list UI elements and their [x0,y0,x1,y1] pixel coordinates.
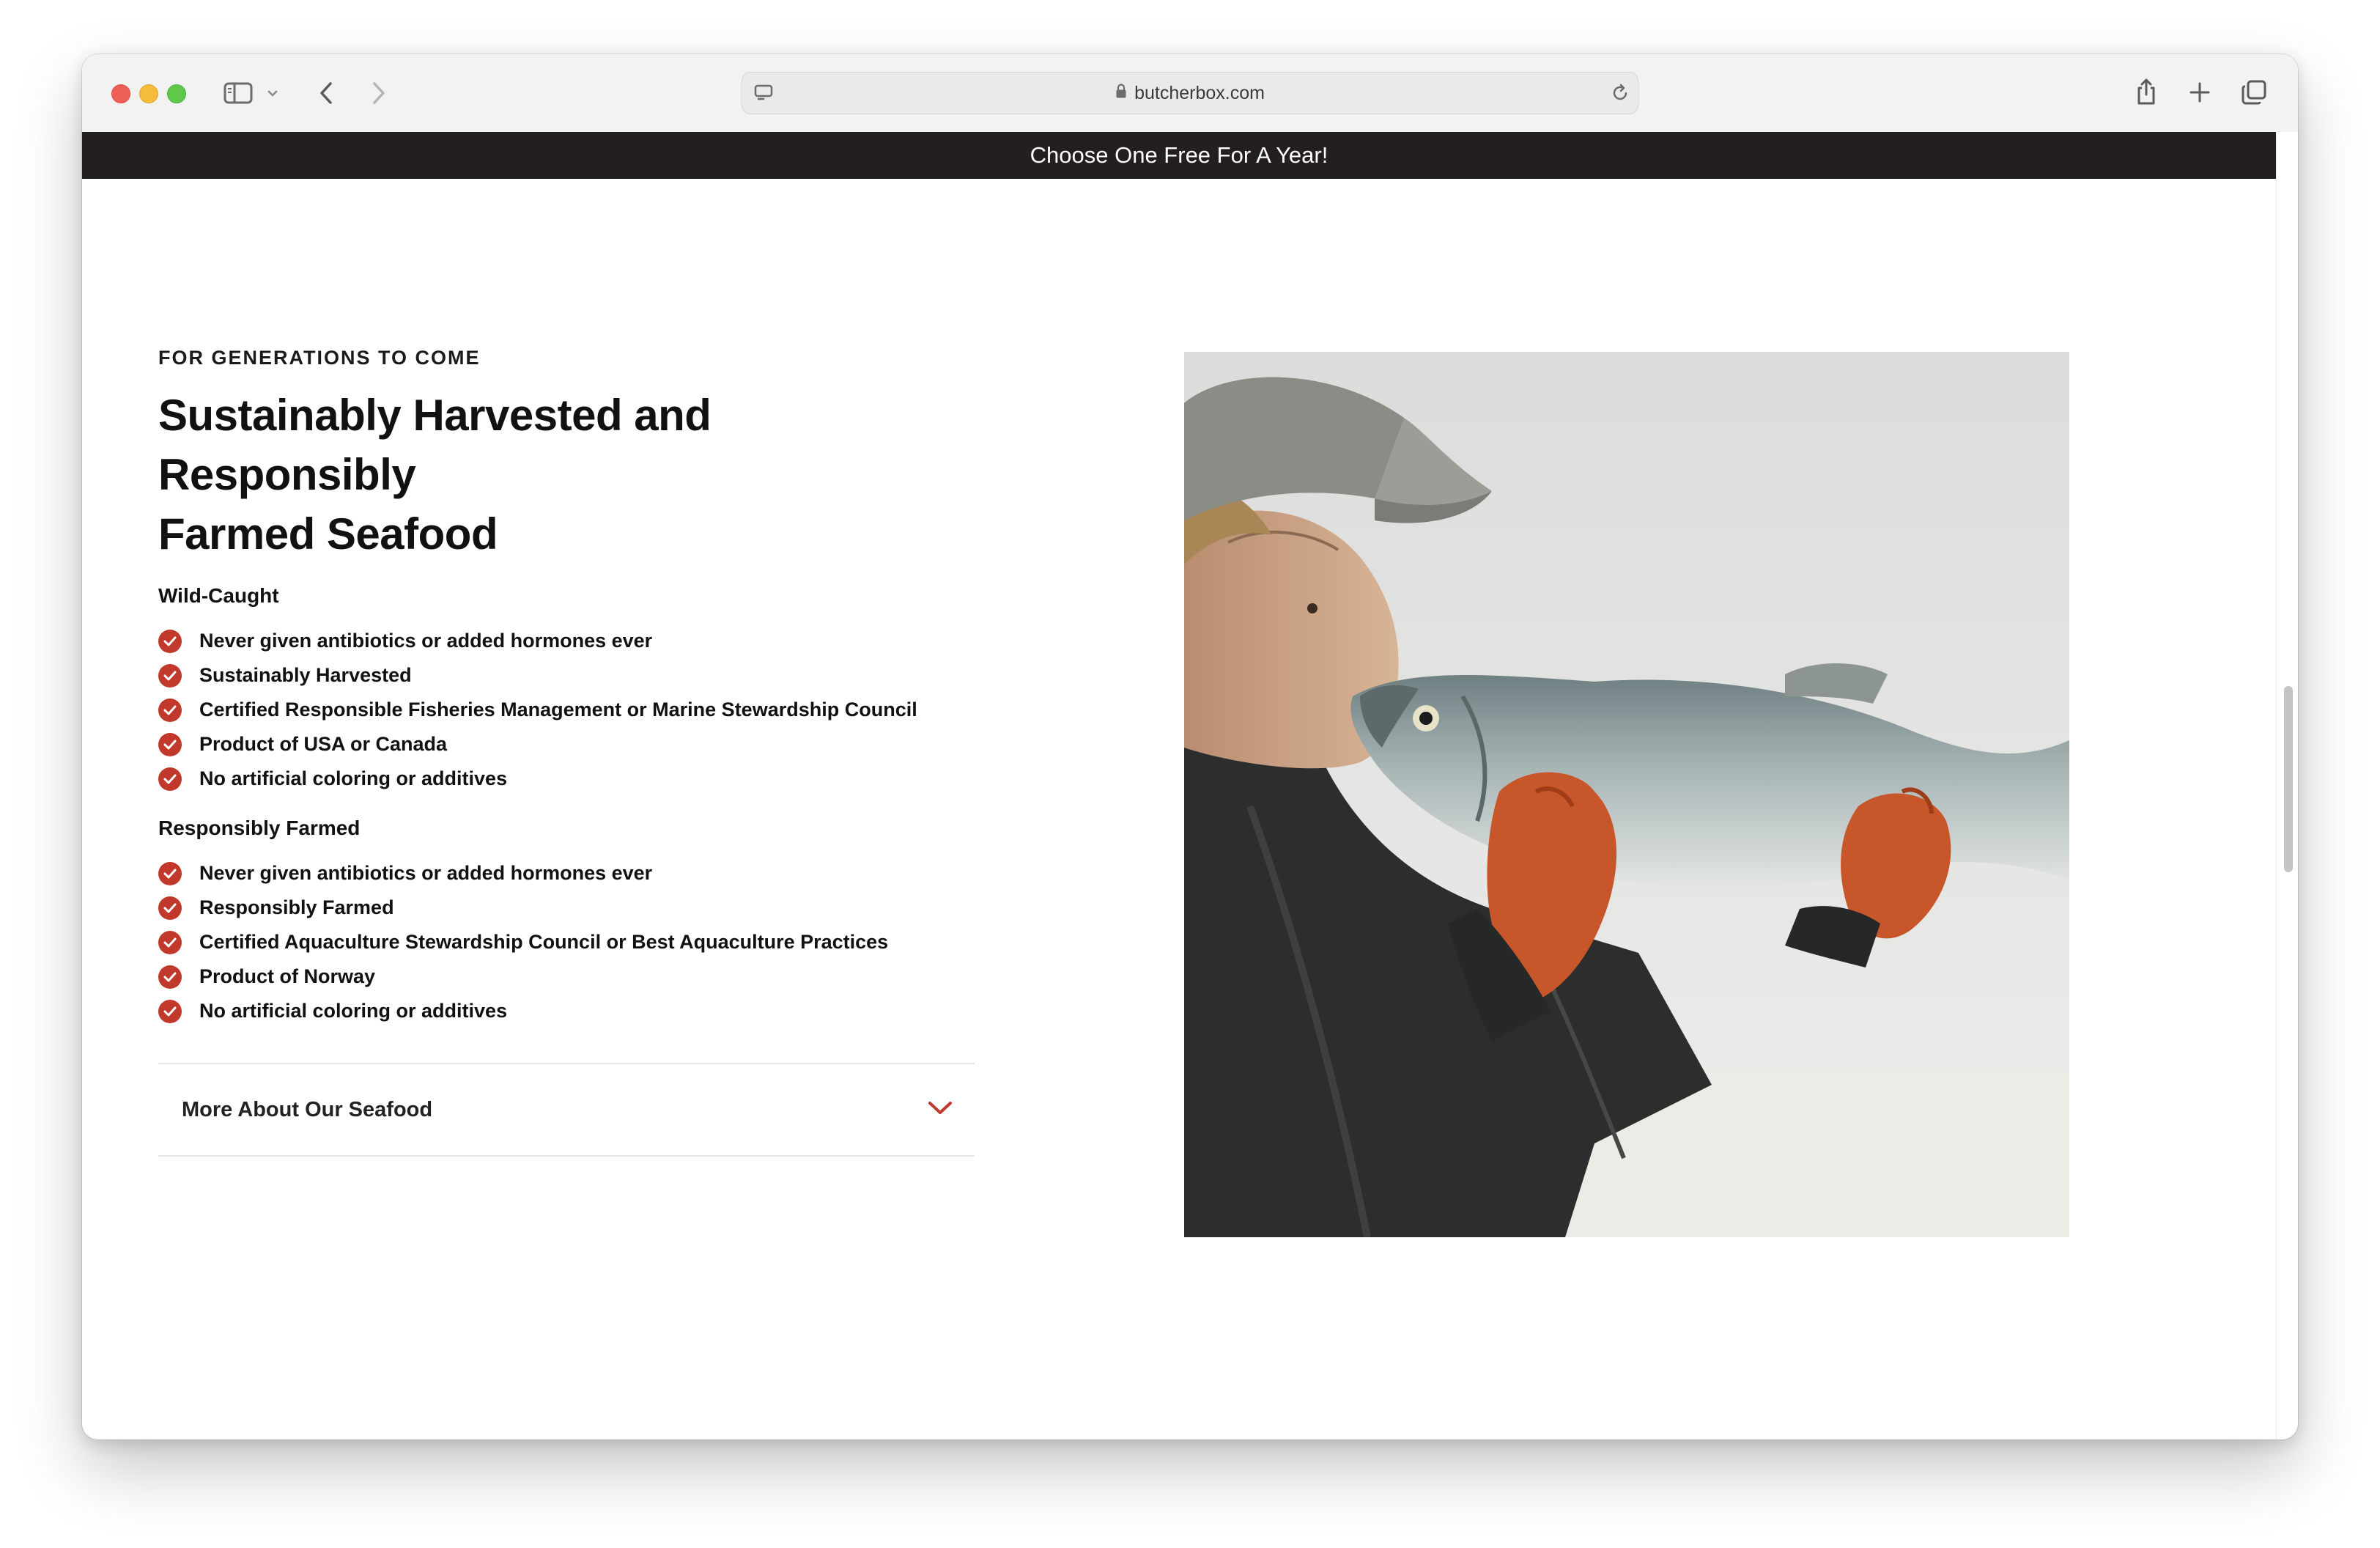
list-item-label: Never given antibiotics or added hormone… [199,862,653,884]
browser-window: butcherbox.com Choose One Free For A Yea… [82,54,2298,1440]
sidebar-toggle-icon[interactable] [223,81,254,106]
headline-line-2: Farmed Seafood [158,509,498,559]
list-item-label: Product of Norway [199,965,376,987]
headline-line-1: Sustainably Harvested and Responsibly [158,391,712,499]
list-item-label: Responsibly Farmed [199,896,394,918]
zoom-window-button[interactable] [167,84,186,103]
check-icon [158,698,182,722]
list-item: Sustainably Harvested [158,658,976,693]
share-icon[interactable] [2134,76,2159,107]
page-content: Choose One Free For A Year! FOR GENERATI… [82,132,2276,1440]
url-text: butcherbox.com [1134,82,1265,103]
chevron-down-icon[interactable] [928,1100,953,1120]
url-display[interactable]: butcherbox.com [742,73,1638,114]
address-bar[interactable]: butcherbox.com [742,72,1638,114]
check-icon [158,732,182,756]
check-icon [158,999,182,1023]
wild-caught-list: Never given antibiotics or added hormone… [158,624,976,796]
list-item-label: Never given antibiotics or added hormone… [199,630,653,652]
chevron-down-icon[interactable] [265,86,280,100]
section-headline: Sustainably Harvested and Responsibly Fa… [158,386,976,564]
fisherman-kissing-salmon-photo [1184,352,2069,1237]
new-tab-icon[interactable] [2188,81,2211,104]
list-item: Product of Norway [158,959,976,994]
scrollbar-thumb[interactable] [2284,686,2293,872]
forward-arrow-icon[interactable] [368,79,390,107]
browser-toolbar: butcherbox.com [82,54,2298,133]
section-eyebrow: FOR GENERATIONS TO COME [158,347,481,369]
tab-overview-icon[interactable] [2241,79,2267,106]
list-item-label: Product of USA or Canada [199,733,448,755]
list-item: Certified Responsible Fisheries Manageme… [158,693,976,727]
check-icon [158,767,182,791]
group-title-responsibly-farmed: Responsibly Farmed [158,817,361,839]
list-item-label: No artificial coloring or additives [199,1000,508,1022]
list-item: No artificial coloring or additives [158,762,976,796]
responsibly-farmed-group: Responsibly Farmed Never given antibioti… [158,815,976,1028]
page-scrollbar[interactable] [2276,132,2298,1440]
list-item-label: Certified Responsible Fisheries Manageme… [199,699,917,720]
back-arrow-icon[interactable] [315,79,337,107]
list-item: Never given antibiotics or added hormone… [158,856,976,891]
more-about-seafood-accordion[interactable]: More About Our Seafood [158,1063,975,1157]
list-item: No artificial coloring or additives [158,994,976,1028]
check-icon [158,965,182,989]
list-item-label: Certified Aquaculture Stewardship Counci… [199,931,889,953]
promo-banner[interactable]: Choose One Free For A Year! [82,132,2276,179]
check-icon [158,930,182,954]
reload-icon[interactable] [1610,83,1630,103]
check-icon [158,629,182,653]
seafood-info-column: FOR GENERATIONS TO COME Sustainably Harv… [158,344,976,1028]
group-title-wild-caught: Wild-Caught [158,584,279,607]
check-icon [158,861,182,885]
promo-link[interactable]: Choose One Free For A Year! [1030,142,1328,169]
close-window-button[interactable] [111,84,130,103]
list-item-label: Sustainably Harvested [199,664,412,686]
list-item-label: No artificial coloring or additives [199,767,508,789]
minimize-window-button[interactable] [139,84,158,103]
lock-icon [1115,83,1127,104]
list-item: Certified Aquaculture Stewardship Counci… [158,925,976,959]
list-item: Never given antibiotics or added hormone… [158,624,976,658]
check-icon [158,663,182,688]
check-icon [158,896,182,920]
list-item: Responsibly Farmed [158,891,976,925]
responsibly-farmed-list: Never given antibiotics or added hormone… [158,856,976,1028]
wild-caught-group: Wild-Caught Never given antibiotics or a… [158,583,976,796]
list-item: Product of USA or Canada [158,727,976,762]
accordion-label: More About Our Seafood [182,1097,433,1121]
